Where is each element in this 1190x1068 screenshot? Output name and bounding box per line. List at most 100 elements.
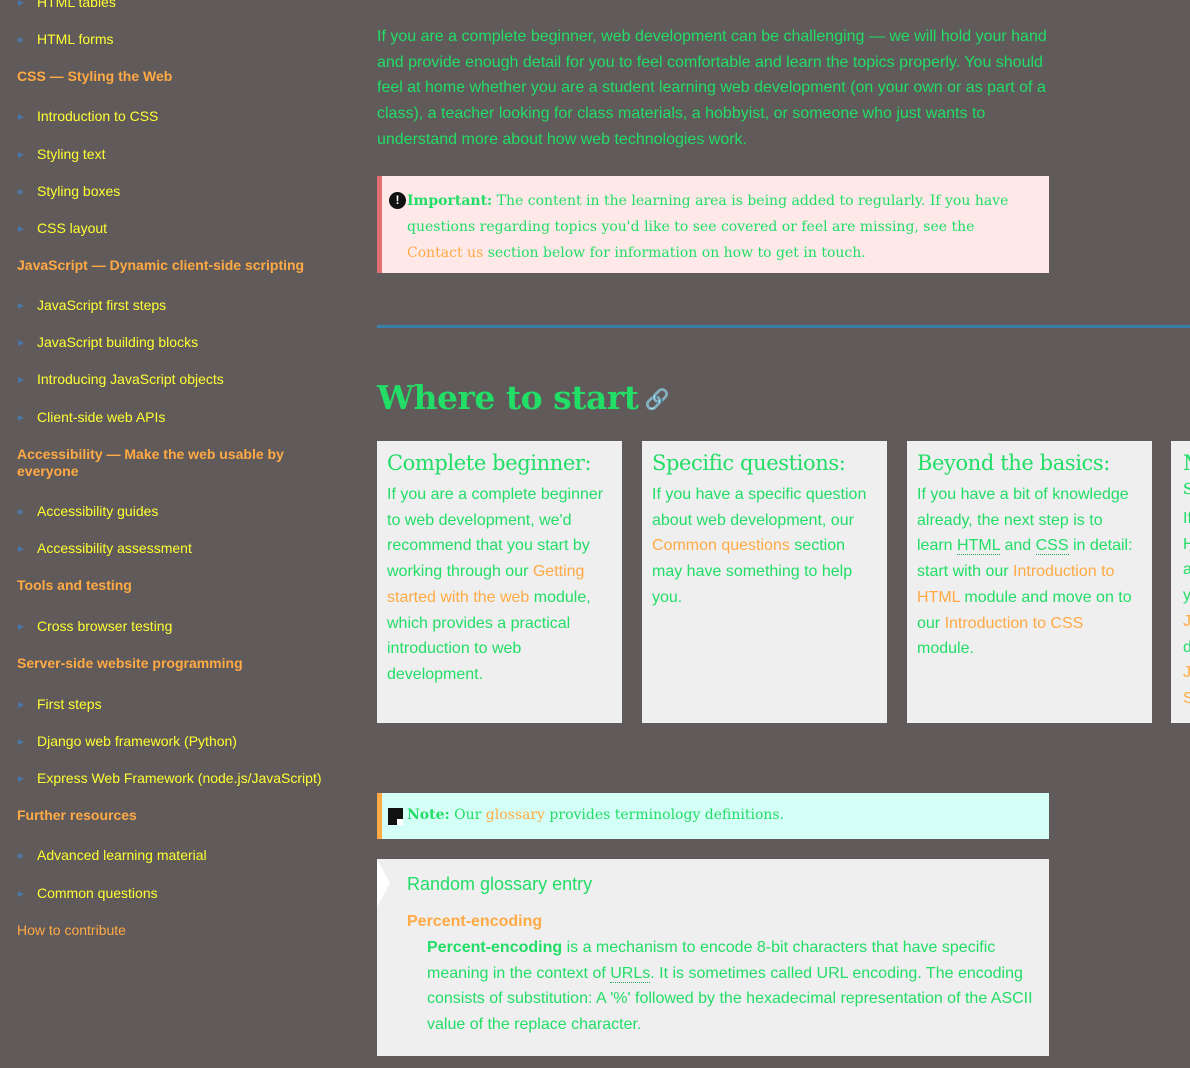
- sidebar-item-label: JavaScript building blocks: [37, 334, 199, 350]
- triangle-right-icon: [18, 776, 24, 782]
- sidebar-item[interactable]: Styling boxes: [18, 183, 120, 199]
- sidebar-item[interactable]: HTML forms: [18, 31, 113, 47]
- glossary-notch: [377, 859, 390, 907]
- card-title: M s: [1183, 451, 1190, 499]
- sidebar-item-label: Tools and testing: [17, 577, 132, 593]
- sidebar-heading[interactable]: Server-side website programming: [17, 655, 317, 672]
- sidebar-item[interactable]: Express Web Framework (node.js/JavaScrip…: [18, 770, 322, 786]
- triangle-right-icon: [18, 37, 24, 43]
- note-text: Note: Our glossary provides terminology …: [407, 807, 784, 823]
- card-text: If you have a specific question about we…: [652, 482, 877, 611]
- note-label: Note:: [407, 807, 450, 823]
- sidebar-item[interactable]: First steps: [18, 696, 102, 712]
- triangle-right-icon: [18, 509, 24, 515]
- urls-abbr: URLs: [610, 964, 651, 983]
- intro-css-link[interactable]: Introduction to CSS: [945, 615, 1084, 632]
- sidebar-item[interactable]: CSS layout: [18, 220, 107, 236]
- glossary-term-link[interactable]: Percent-encoding: [407, 913, 542, 931]
- sidebar-heading[interactable]: JavaScript — Dynamic client-side scripti…: [17, 257, 317, 274]
- css-abbr: CSS: [1035, 537, 1069, 556]
- sidebar-item[interactable]: Advanced learning material: [18, 847, 207, 863]
- triangle-right-icon: [18, 114, 24, 120]
- where-to-start-title: Where to start: [377, 378, 639, 417]
- card-text-fragment: d: [1183, 638, 1190, 656]
- sidebar-item-label: Styling boxes: [37, 183, 121, 199]
- section-divider: [377, 325, 1190, 328]
- sidebar-item-label: Django web framework (Python): [37, 733, 237, 749]
- card-text-fragment: J: [1183, 664, 1190, 682]
- triangle-right-icon: [18, 415, 24, 421]
- sidebar-item-label: Accessibility guides: [37, 503, 159, 519]
- sidebar-item[interactable]: Introduction to CSS: [18, 108, 158, 124]
- card-text-fragment: S: [1183, 689, 1190, 707]
- card-text-fragment: a: [1183, 561, 1190, 579]
- triangle-right-icon: [18, 340, 24, 346]
- sidebar-item-label: CSS layout: [37, 220, 108, 236]
- section-heading-where-to-start: Where to start 🔗: [377, 378, 669, 417]
- triangle-right-icon: [18, 303, 24, 309]
- important-text: Important: The content in the learning a…: [407, 188, 1032, 266]
- important-text-after: section below for information on how to …: [483, 245, 866, 261]
- card-text-part: module.: [917, 640, 974, 658]
- sidebar-item[interactable]: Introducing JavaScript objects: [18, 371, 224, 387]
- note-text-after: provides terminology definitions.: [544, 807, 785, 823]
- random-glossary-entry: Random glossary entry Percent-encoding P…: [377, 859, 1049, 1056]
- sidebar-item[interactable]: Styling text: [18, 146, 105, 162]
- card-text: If you have a bit of knowledge already, …: [917, 482, 1142, 662]
- triangle-right-icon: [18, 624, 24, 630]
- triangle-right-icon: [18, 546, 24, 552]
- triangle-right-icon: [18, 891, 24, 897]
- sidebar-heading[interactable]: Further resources: [17, 807, 317, 824]
- common-questions-link[interactable]: Common questions: [652, 537, 790, 554]
- sidebar-item[interactable]: Accessibility assessment: [18, 540, 192, 556]
- card-text-part: and: [1000, 537, 1036, 555]
- important-label: Important:: [407, 193, 493, 209]
- card-text: If you are a complete beginner to web de…: [387, 482, 612, 688]
- sidebar-item-label: Styling text: [37, 146, 106, 162]
- sidebar-item-label: Introducing JavaScript objects: [37, 371, 224, 387]
- sidebar-item-label: JavaScript — Dynamic client-side scripti…: [17, 257, 305, 273]
- sidebar-heading[interactable]: CSS — Styling the Web: [17, 68, 317, 85]
- card-text-part: If you have a specific question about we…: [652, 486, 867, 529]
- triangle-right-icon: [18, 0, 24, 6]
- sidebar-item-label: Further resources: [17, 807, 137, 823]
- sidebar-item[interactable]: JavaScript building blocks: [18, 334, 198, 350]
- sidebar-item-label: CSS — Styling the Web: [17, 68, 173, 84]
- triangle-right-icon: [18, 152, 24, 158]
- card-complete-beginner: Complete beginner: If you are a complete…: [377, 441, 622, 723]
- sidebar-item[interactable]: HTML tables: [18, 0, 116, 10]
- card-title: Specific questions:: [652, 451, 846, 475]
- card-text: If Ha y Jd J S: [1183, 506, 1190, 712]
- glossary-link[interactable]: glossary: [486, 807, 545, 823]
- exclamation-icon: !: [389, 192, 406, 209]
- sidebar-item[interactable]: Client-side web APIs: [18, 409, 165, 425]
- glossary-def-term: Percent-encoding: [427, 939, 563, 956]
- card-partial-clipped: M s IfHayJdJS: [1171, 441, 1190, 723]
- sidebar-item[interactable]: JavaScript first steps: [18, 297, 166, 313]
- contact-us-link[interactable]: Contact us: [407, 245, 483, 261]
- sidebar-item-label: First steps: [37, 696, 102, 712]
- sidebar-item-label: Server-side website programming: [17, 655, 243, 671]
- card-beyond-basics: Beyond the basics: If you have a bit of …: [907, 441, 1152, 723]
- card-title: Beyond the basics:: [917, 451, 1110, 475]
- card-text-fragment: J: [1183, 612, 1190, 630]
- link-icon[interactable]: 🔗: [645, 387, 670, 411]
- sidebar-item[interactable]: Accessibility guides: [18, 503, 158, 519]
- triangle-right-icon: [18, 702, 24, 708]
- sidebar-item[interactable]: Common questions: [18, 885, 158, 901]
- sidebar-item-label: JavaScript first steps: [37, 297, 167, 313]
- note-text-before: Our: [449, 807, 486, 823]
- triangle-right-icon: [18, 853, 24, 859]
- note-callout: Note: Our glossary provides terminology …: [377, 793, 1049, 839]
- sidebar-item-label: Accessibility assessment: [37, 540, 192, 556]
- how-to-contribute-link[interactable]: How to contribute: [17, 922, 126, 938]
- sidebar-item[interactable]: Cross browser testing: [18, 618, 172, 634]
- sidebar-item-label: Common questions: [37, 885, 158, 901]
- triangle-right-icon: [18, 377, 24, 383]
- sidebar-item[interactable]: Django web framework (Python): [18, 733, 237, 749]
- card-title: Complete beginner:: [387, 451, 592, 475]
- sidebar-heading[interactable]: Accessibility — Make the web usable by e…: [17, 446, 317, 480]
- important-callout: ! Important: The content in the learning…: [377, 176, 1049, 273]
- sidebar-heading[interactable]: Tools and testing: [17, 577, 317, 594]
- sidebar-nav: HTML tables HTML forms CSS — Styling the W…: [0, 0, 340, 1068]
